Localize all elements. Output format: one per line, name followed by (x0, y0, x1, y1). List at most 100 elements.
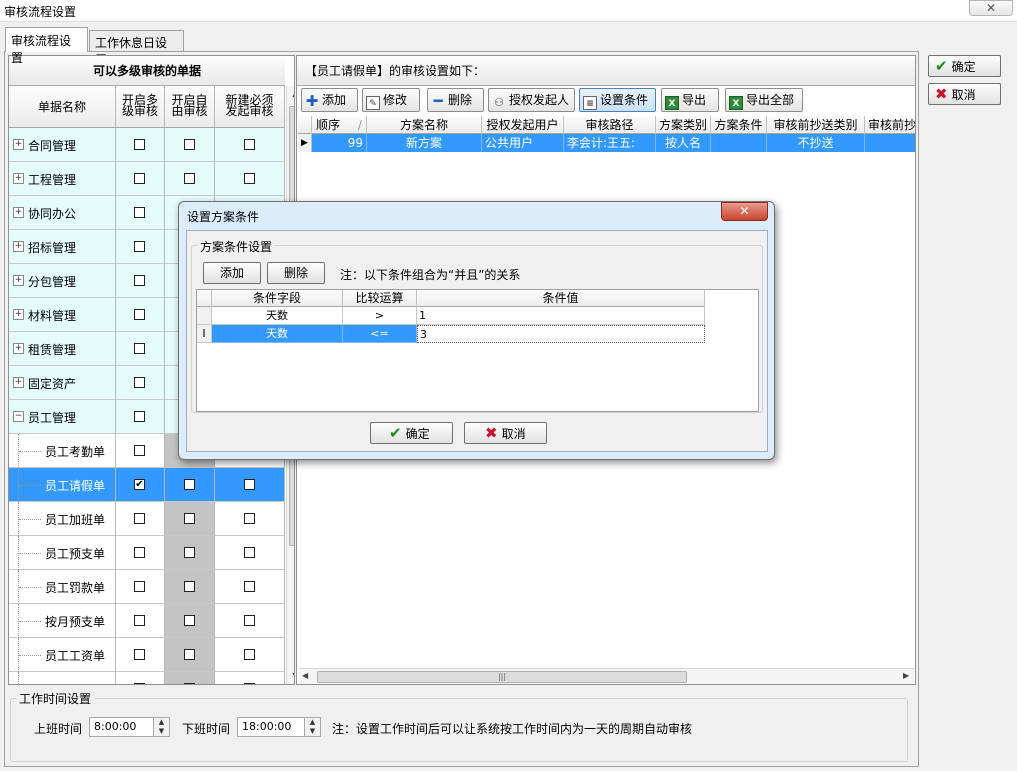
checkbox-cell[interactable] (116, 230, 165, 264)
checkbox[interactable] (134, 206, 145, 218)
scheme-row[interactable]: ▶ 99 新方案 公共用户 李会计:王五: 按人名 不抄送 (298, 134, 915, 152)
document-name-cell[interactable]: 员工加班单 (9, 502, 116, 536)
checkbox-cell[interactable] (116, 502, 165, 536)
end-time-input[interactable]: 18:00:00 (237, 717, 305, 737)
checkbox[interactable] (243, 648, 255, 660)
checkbox[interactable] (243, 138, 255, 150)
checkbox[interactable] (183, 614, 195, 626)
checkbox-cell[interactable] (165, 672, 215, 684)
export-all-button[interactable]: X 导出全部 (725, 88, 803, 112)
checkbox[interactable] (134, 376, 145, 388)
column-header-auth-user[interactable]: 授权发起用户 (482, 116, 564, 134)
authorize-initiator-button[interactable]: ⚇ 授权发起人 (488, 88, 575, 112)
document-row[interactable]: 按月预支单 (9, 604, 285, 638)
checkbox[interactable] (183, 682, 195, 684)
checkbox-cell[interactable] (165, 570, 215, 604)
condition-row[interactable]: I 天数 <= 3 (197, 325, 705, 343)
checkbox-cell[interactable] (116, 298, 165, 332)
scroll-up-icon[interactable]: ▲ (287, 89, 294, 98)
column-header-cc-type[interactable]: 审核前抄送类别 (767, 116, 865, 134)
checkbox[interactable] (183, 580, 195, 592)
checkbox[interactable] (243, 512, 255, 524)
checkbox-cell[interactable] (215, 162, 285, 196)
checkbox[interactable] (243, 614, 255, 626)
document-row[interactable]: 员工罚款单 (9, 570, 285, 604)
checkbox-cell[interactable] (215, 570, 285, 604)
checkbox-cell[interactable] (165, 604, 215, 638)
column-header-must-start[interactable]: 新建必须 发起审核 (215, 86, 285, 128)
document-row[interactable]: 员工工资单 (9, 638, 285, 672)
document-name-cell[interactable]: + 协同办公 (9, 196, 116, 230)
checkbox-cell[interactable]: ✔ (116, 468, 165, 502)
checkbox[interactable] (134, 682, 145, 684)
checkbox[interactable] (134, 580, 145, 592)
checkbox[interactable] (134, 410, 145, 422)
column-header-value[interactable]: 条件值 (417, 290, 705, 307)
checkbox-cell[interactable] (165, 468, 215, 502)
checkbox[interactable] (134, 308, 145, 320)
checkbox[interactable] (134, 512, 145, 524)
window-close-button[interactable]: ✕ (969, 0, 1013, 16)
checkbox[interactable] (134, 274, 145, 286)
document-name-cell[interactable]: 员工派工单 (9, 672, 116, 684)
scheme-grid-hscrollbar[interactable]: ◀ ||| ▶ (299, 668, 914, 684)
export-button[interactable]: X 导出 (661, 88, 719, 112)
cancel-button[interactable]: ✖ 取消 (928, 83, 1001, 105)
document-name-cell[interactable]: + 合同管理 (9, 128, 116, 162)
condition-field-cell[interactable]: 天数 (212, 325, 343, 343)
checkbox[interactable] (134, 648, 145, 660)
checkbox[interactable] (183, 478, 195, 490)
dialog-close-button[interactable]: ✕ (721, 202, 768, 221)
end-time-spinner[interactable]: ▲ ▼ (305, 717, 321, 737)
checkbox[interactable] (134, 138, 145, 150)
scheme-condition-cell[interactable] (711, 134, 767, 152)
dialog-ok-button[interactable]: ✔ 确定 (370, 422, 453, 444)
checkbox[interactable] (243, 546, 255, 558)
tab-workday-settings[interactable]: 工作休息日设置 (89, 30, 184, 67)
scroll-right-icon[interactable]: ▶ (903, 671, 909, 680)
ok-button[interactable]: ✔ 确定 (928, 55, 1001, 77)
checkbox-cell[interactable] (215, 536, 285, 570)
dialog-delete-button[interactable]: 删除 (267, 262, 325, 284)
condition-value-cell[interactable]: 3 (417, 325, 705, 343)
tab-approval-flow[interactable]: 审核流程设置 (5, 27, 88, 65)
condition-op-cell[interactable]: <= (343, 325, 417, 343)
expand-icon[interactable]: + (13, 377, 24, 388)
set-condition-button[interactable]: ≡ 设置条件 (579, 88, 656, 112)
document-name-cell[interactable]: 员工预支单 (9, 536, 116, 570)
checkbox-cell[interactable] (116, 366, 165, 400)
checkbox-cell[interactable] (116, 434, 165, 468)
expand-icon[interactable]: + (13, 241, 24, 252)
checkbox-cell[interactable] (165, 162, 215, 196)
document-name-cell[interactable]: 员工考勤单 (9, 434, 116, 468)
condition-value-cell[interactable]: 1 (417, 307, 705, 325)
checkbox[interactable] (134, 614, 145, 626)
scheme-path-cell[interactable]: 李会计:王五: (564, 134, 656, 152)
checkbox[interactable] (243, 172, 255, 184)
checkbox-cell[interactable] (215, 638, 285, 672)
document-name-cell[interactable]: + 分包管理 (9, 264, 116, 298)
checkbox[interactable] (243, 580, 255, 592)
checkbox[interactable] (134, 240, 145, 252)
hscroll-thumb[interactable]: ||| (317, 671, 687, 683)
column-header-operator[interactable]: 比较运算 (343, 290, 417, 307)
dialog-cancel-button[interactable]: ✖ 取消 (464, 422, 547, 444)
checkbox-cell[interactable] (116, 128, 165, 162)
dialog-add-button[interactable]: 添加 (203, 262, 261, 284)
checkbox-cell[interactable] (116, 672, 165, 684)
column-header-doc-name[interactable]: 单据名称 (9, 86, 116, 128)
document-row[interactable]: + 工程管理 (9, 162, 285, 196)
checkbox-cell[interactable] (165, 536, 215, 570)
checkbox-cell[interactable] (116, 604, 165, 638)
start-time-input[interactable]: 8:00:00 (89, 717, 154, 737)
checkbox-cell[interactable] (215, 502, 285, 536)
checkbox-cell[interactable] (215, 128, 285, 162)
condition-field-cell[interactable]: 天数 (212, 307, 343, 325)
scroll-left-icon[interactable]: ◀ (302, 671, 308, 680)
delete-button[interactable]: ━ 删除 (427, 88, 484, 112)
expand-icon[interactable]: + (13, 139, 24, 150)
column-header-order[interactable]: 顺序 / (312, 116, 367, 134)
scheme-cc-type-cell[interactable]: 不抄送 (767, 134, 865, 152)
document-name-cell[interactable]: 员工工资单 (9, 638, 116, 672)
condition-op-cell[interactable]: > (343, 307, 417, 325)
